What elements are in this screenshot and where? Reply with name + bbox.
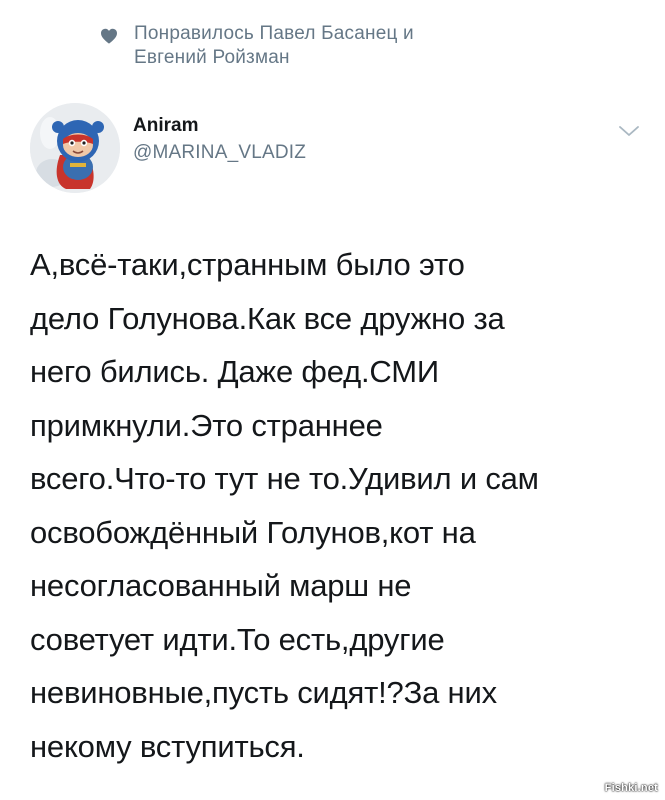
chevron-down-icon[interactable] bbox=[618, 124, 640, 138]
author-name[interactable]: Aniram bbox=[133, 114, 306, 138]
author-block[interactable]: Aniram @MARINA_VLADIZ bbox=[133, 114, 306, 165]
avatar-image bbox=[30, 103, 120, 193]
avatar[interactable] bbox=[30, 103, 120, 193]
author-handle[interactable]: @MARINA_VLADIZ bbox=[133, 141, 306, 165]
heart-icon bbox=[101, 28, 117, 44]
watermark: Fishki.net bbox=[604, 782, 658, 794]
tweet-text: А,всё-таки,странным было это дело Голуно… bbox=[30, 247, 539, 764]
liked-by-text[interactable]: Понравилось Павел Басанец и Евгений Ройз… bbox=[134, 22, 414, 70]
